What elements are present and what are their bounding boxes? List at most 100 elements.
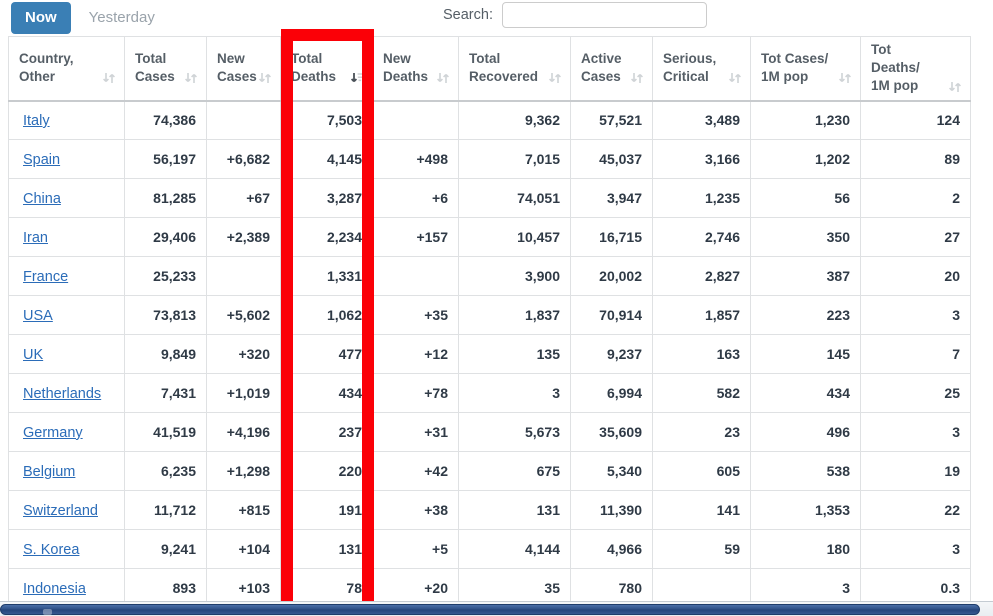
cell-deaths-1m: 22 [860,490,971,531]
search-input[interactable] [501,2,707,28]
cell-cases-1m: 180 [750,529,861,570]
cell-total-recov: 135 [458,334,571,375]
cell-total-deaths: 131 [280,529,373,570]
cell-serious: 1,235 [652,178,751,219]
header-line2: Other [19,69,56,85]
cell-cases-1m: 387 [750,256,861,297]
cell-total-cases: 73,813 [124,295,207,336]
cell-total-recov: 74,051 [458,178,571,219]
sort-toggle-icon[interactable] [948,80,962,95]
cell-active-cases: 5,340 [570,451,653,492]
cell-country: Germany [8,412,125,453]
time-range-tabs: Now Yesterday [11,2,169,34]
column-header-active-cases[interactable]: Active Cases [570,35,653,102]
tab-now[interactable]: Now [11,2,71,34]
cell-deaths-1m: 3 [860,529,971,570]
country-link[interactable]: Netherlands [23,386,101,402]
cell-total-recov: 1,837 [458,295,571,336]
cell-new-cases: +4,196 [206,412,281,453]
country-link[interactable]: France [23,269,68,285]
cell-country: Belgium [8,451,125,492]
cell-serious: 582 [652,373,751,414]
cell-country: S. Korea [8,529,125,570]
cell-new-deaths: +5 [372,529,459,570]
search-area: Search: [443,2,707,28]
country-link[interactable]: Italy [23,113,50,129]
country-link[interactable]: Iran [23,230,48,246]
column-header-new-cases[interactable]: New Cases [206,35,281,102]
cell-serious: 605 [652,451,751,492]
country-link[interactable]: USA [23,308,53,324]
sort-toggle-icon[interactable] [838,71,852,86]
cell-total-deaths: 1,062 [280,295,373,336]
sort-toggle-icon[interactable] [102,71,116,86]
cell-new-cases: +6,682 [206,139,281,180]
cell-country: France [8,256,125,297]
cell-total-deaths: 477 [280,334,373,375]
country-link[interactable]: Spain [23,152,60,168]
column-header-new-deaths[interactable]: New Deaths [372,35,459,102]
header-line2: Cases [581,69,621,85]
sort-toggle-icon[interactable] [548,71,562,86]
table-row: Switzerland 11,712 +815 191 +38 131 11,390 141 1… [8,490,971,531]
cell-serious: 163 [652,334,751,375]
cell-total-cases: 7,431 [124,373,207,414]
column-header-tot-cases-per-1m[interactable]: Tot Cases/ 1M pop [750,35,861,102]
cell-total-recov: 5,673 [458,412,571,453]
cell-new-cases: +104 [206,529,281,570]
cell-deaths-1m: 19 [860,451,971,492]
header-line1: Total [469,51,501,67]
header-line2: 1M pop [871,78,919,94]
cell-total-cases: 56,197 [124,139,207,180]
table-row: Belgium 6,235 +1,298 220 +42 675 5,340 605 538 19 [8,451,971,492]
sort-toggle-icon[interactable] [436,71,450,86]
cell-cases-1m: 496 [750,412,861,453]
header-line2: Recovered [469,69,539,85]
cell-deaths-1m: 27 [860,217,971,258]
horizontal-scrollbar-thumb[interactable] [0,604,980,615]
cell-total-recov: 7,015 [458,139,571,180]
sort-descending-active-icon[interactable] [350,71,364,86]
sort-toggle-icon[interactable] [184,71,198,86]
sort-toggle-icon[interactable] [630,71,644,86]
tab-yesterday[interactable]: Yesterday [75,2,169,34]
cell-new-deaths: +157 [372,217,459,258]
cell-new-deaths: +42 [372,451,459,492]
table-body: Italy 74,386 7,503 9,362 57,521 3,489 1,230 124… [8,100,971,609]
cell-total-deaths: 220 [280,451,373,492]
cell-deaths-1m: 25 [860,373,971,414]
header-line1: Tot Cases/ [761,51,829,67]
country-link[interactable]: S. Korea [23,542,79,558]
cell-serious: 2,827 [652,256,751,297]
cell-deaths-1m: 2 [860,178,971,219]
cell-new-cases: +1,298 [206,451,281,492]
cell-active-cases: 9,237 [570,334,653,375]
country-link[interactable]: Indonesia [23,581,86,597]
cell-country: Italy [8,100,125,141]
cell-total-cases: 29,406 [124,217,207,258]
country-link[interactable]: Germany [23,425,83,441]
cell-total-deaths: 3,287 [280,178,373,219]
cell-total-recov: 3,900 [458,256,571,297]
cell-country: Iran [8,217,125,258]
column-header-total-deaths[interactable]: Total Deaths [280,35,373,102]
cell-new-deaths: +35 [372,295,459,336]
country-link[interactable]: Belgium [23,464,75,480]
column-header-serious-critical[interactable]: Serious, Critical [652,35,751,102]
country-link[interactable]: UK [23,347,43,363]
cell-new-cases: +2,389 [206,217,281,258]
header-line1: Country, [19,51,74,67]
sort-toggle-icon[interactable] [728,71,742,86]
header-line1: Active [581,51,622,67]
column-header-country[interactable]: Country, Other [8,35,125,102]
cell-total-recov: 9,362 [458,100,571,141]
country-link[interactable]: China [23,191,61,207]
sort-toggle-icon[interactable] [258,71,272,86]
column-header-total-cases[interactable]: Total Cases [124,35,207,102]
cell-active-cases: 11,390 [570,490,653,531]
column-header-total-recovered[interactable]: Total Recovered [458,35,571,102]
cell-deaths-1m: 124 [860,100,971,141]
column-header-tot-deaths-per-1m[interactable]: Tot Deaths/ 1M pop [860,35,971,102]
country-link[interactable]: Switzerland [23,503,98,519]
horizontal-scrollbar[interactable] [0,601,993,616]
